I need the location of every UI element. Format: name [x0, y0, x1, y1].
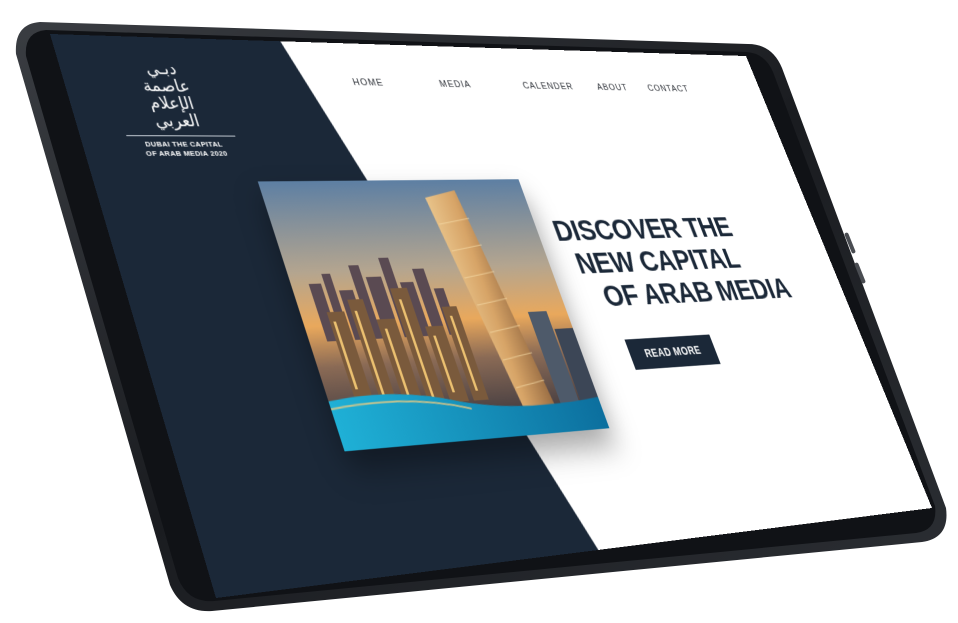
nav-item-home[interactable]: HOME — [350, 74, 388, 95]
nav-item-media[interactable]: MEDIA — [437, 76, 475, 97]
nav-item-calender[interactable]: CALENDER — [520, 78, 577, 98]
tablet-screen: دبـي عاصمة الإعلام العربي DUBAI THE CAPI… — [0, 0, 958, 623]
logo-caption-line-2: OF ARAB MEDIA 2020 — [144, 149, 229, 158]
read-more-button[interactable]: READ MORE — [624, 334, 721, 370]
logo-arabic-line-4: العربي — [151, 111, 203, 131]
logo-divider — [126, 135, 236, 137]
logo-caption-line-1: DUBAI THE CAPITAL — [143, 139, 224, 149]
website-page: دبـي عاصمة الإعلام العربي DUBAI THE CAPI… — [50, 34, 932, 598]
logo-arabic-line-3: الإعلام — [146, 93, 197, 114]
nav-item-contact[interactable]: CONTACT — [645, 81, 693, 101]
hero-headline: DISCOVER THE NEW CAPITAL OF ARAB MEDIA — [548, 210, 834, 315]
nav-item-about[interactable]: ABOUT — [594, 79, 632, 99]
